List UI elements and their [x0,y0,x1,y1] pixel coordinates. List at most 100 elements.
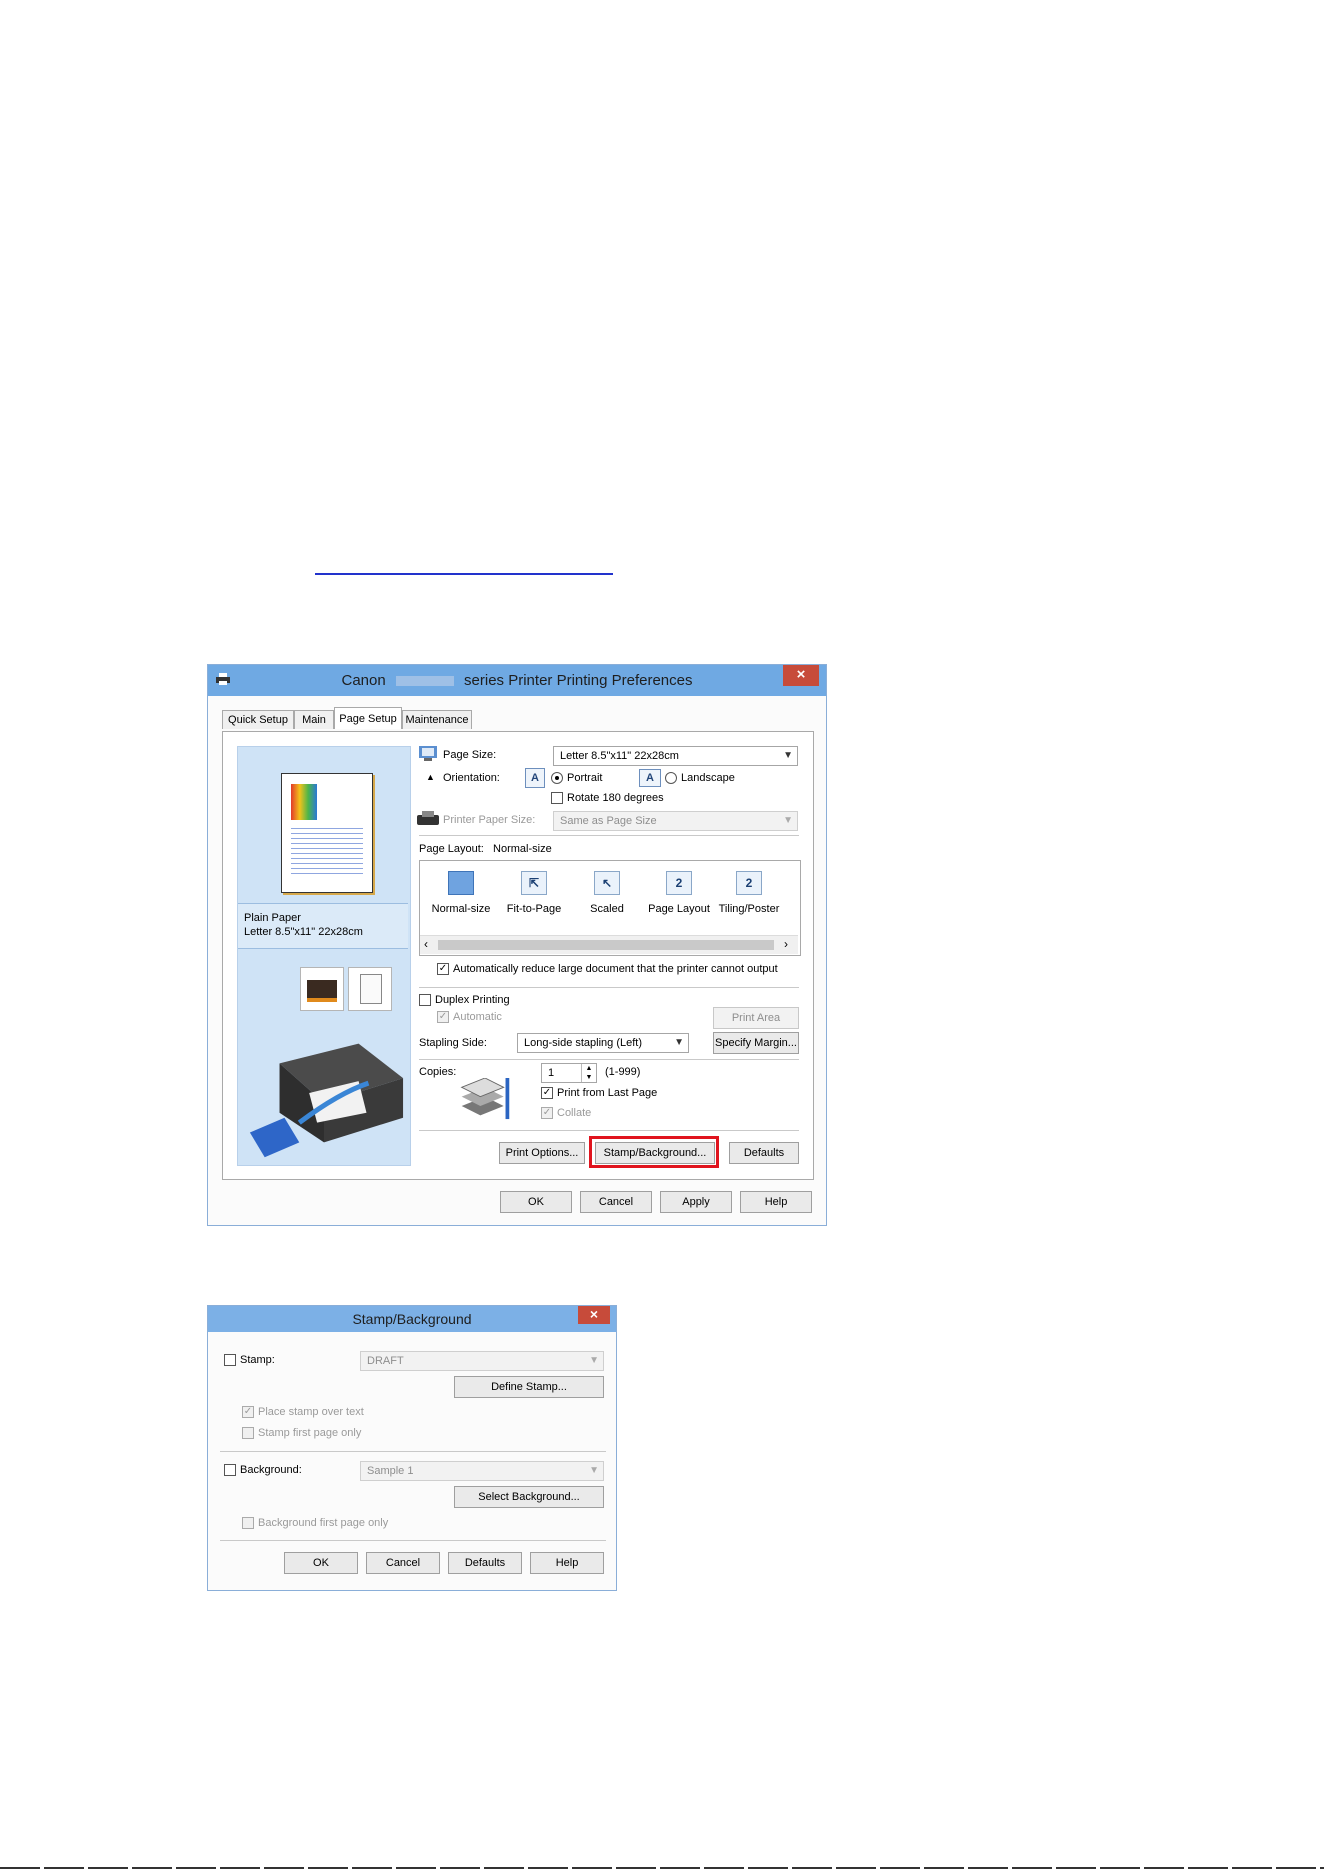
place-over-text-checkbox[interactable]: ✓ [242,1406,254,1418]
chevron-down-icon: ▼ [589,1355,599,1366]
auto-reduce-label: Automatically reduce large document that… [453,963,778,975]
portrait-radio[interactable] [551,772,563,784]
scrollbar-thumb[interactable] [438,940,774,950]
divider [419,1130,799,1131]
layout-tiling-poster[interactable]: Tiling/Poster [709,903,789,915]
cancel-button[interactable]: Cancel [366,1552,440,1574]
close-button[interactable]: × [783,665,819,686]
orientation-label: Orientation: [443,772,500,784]
preview-paper-size: Letter 8.5"x11" 22x28cm [244,926,363,938]
landscape-label: Landscape [681,772,735,784]
define-stamp-button[interactable]: Define Stamp... [454,1376,604,1398]
layout-page-layout[interactable]: Page Layout [639,903,719,915]
page-bottom-rule [0,1867,1324,1869]
stamp-first-page-label: Stamp first page only [258,1427,362,1439]
copies-label: Copies: [419,1066,457,1078]
stamp-first-page-checkbox[interactable] [242,1427,254,1439]
paper-source-icon [300,967,344,1011]
stamp-select[interactable]: DRAFT ▼ [360,1351,604,1371]
page-layout-icon: 2 [666,871,692,895]
print-from-last-page-checkbox[interactable]: ✓ [541,1087,553,1099]
printer-paper-size-label: Printer Paper Size: [443,814,536,826]
print-from-last-page-label: Print from Last Page [557,1087,658,1099]
divider [419,835,799,836]
page-size-label: Page Size: [443,749,497,761]
tab-main[interactable]: Main [294,710,334,729]
background-label: Background: [240,1464,302,1476]
preview-column: Plain Paper Letter 8.5"x11" 22x28cm [237,746,411,1166]
normal-size-icon [448,871,474,895]
layout-fit-to-page[interactable]: Fit-to-Page [494,903,574,915]
background-checkbox[interactable] [224,1464,236,1476]
tiling-poster-icon: 2 [736,871,762,895]
title-bar: Stamp/Background × [208,1306,616,1332]
page-layout-list[interactable]: Normal-size ⇱ Fit-to-Page ↖ Scaled 2 Pag… [419,860,801,956]
duplex-checkbox[interactable] [419,994,431,1006]
collate-checkbox[interactable]: ✓ [541,1107,553,1119]
preview-media-type: Plain Paper [244,912,301,924]
model-name-blur [395,676,454,687]
divider [419,987,799,988]
stapling-side-select[interactable]: Long-side stapling (Left) ▼ [517,1033,689,1053]
tab-strip: Quick Setup Main Page Setup Maintenance [222,707,822,732]
background-first-page-label: Background first page only [258,1517,389,1529]
scroll-left-icon[interactable]: ‹ [424,937,428,951]
document-link[interactable] [315,555,613,575]
page-size-icon [419,746,437,761]
tab-page-setup[interactable]: Page Setup [334,707,402,729]
cancel-button[interactable]: Cancel [580,1191,652,1213]
print-options-button[interactable]: Print Options... [499,1142,585,1164]
copies-stack-icon [460,1078,510,1120]
spinner-icon[interactable]: ▲ ▼ [581,1064,596,1082]
landscape-radio[interactable] [665,772,677,784]
scroll-right-icon[interactable]: › [784,937,788,951]
help-button[interactable]: Help [740,1191,812,1213]
automatic-checkbox[interactable]: ✓ [437,1011,449,1023]
page-size-select[interactable]: Letter 8.5"x11" 22x28cm ▼ [553,746,798,766]
rotate-180-checkbox[interactable] [551,792,563,804]
chevron-down-icon: ▼ [589,1465,599,1476]
dialog-title: Stamp/Background [352,1311,472,1327]
layout-normal-size[interactable]: Normal-size [421,903,501,915]
page-preview [281,773,373,893]
layout-scaled[interactable]: Scaled [567,903,647,915]
preview-image [291,784,317,820]
printer-paper-size-select[interactable]: Same as Page Size ▼ [553,811,798,831]
defaults-button[interactable]: Defaults [729,1142,799,1164]
automatic-label: Automatic [453,1011,502,1023]
ok-button[interactable]: OK [500,1191,572,1213]
auto-reduce-checkbox[interactable]: ✓ [437,963,449,975]
preview-text-lines [291,824,363,876]
scaled-icon: ↖ [594,871,620,895]
rotate-180-label: Rotate 180 degrees [567,792,664,804]
tab-quick-setup[interactable]: Quick Setup [222,710,294,729]
chevron-down-icon: ▼ [783,750,793,761]
defaults-button[interactable]: Defaults [448,1552,522,1574]
background-first-page-checkbox[interactable] [242,1517,254,1529]
orientation-marker-icon: ▲ [426,772,435,782]
dialog-title: Canon series Printer Printing Preference… [341,672,693,689]
collate-label: Collate [557,1107,592,1119]
copies-input[interactable]: 1 ▲ ▼ [541,1063,597,1083]
printing-preferences-dialog: Canon series Printer Printing Preference… [207,664,827,1226]
stamp-checkbox[interactable] [224,1354,236,1366]
chevron-down-icon: ▼ [674,1037,684,1048]
divider [220,1540,606,1541]
printer-illustration-icon [249,1043,404,1158]
help-button[interactable]: Help [530,1552,604,1574]
media-info-box: Plain Paper Letter 8.5"x11" 22x28cm [238,903,408,949]
tab-maintenance[interactable]: Maintenance [402,710,472,729]
horizontal-scrollbar[interactable]: ‹ › [420,935,798,954]
apply-button[interactable]: Apply [660,1191,732,1213]
page-setup-panel: Plain Paper Letter 8.5"x11" 22x28cm Page… [222,731,814,1180]
copies-range-label: (1-999) [605,1066,641,1078]
paper-sheet-icon [348,967,392,1011]
specify-margin-button[interactable]: Specify Margin... [713,1032,799,1054]
background-select[interactable]: Sample 1 ▼ [360,1461,604,1481]
print-area-setup-button[interactable]: Print Area Setup... [713,1007,799,1044]
select-background-button[interactable]: Select Background... [454,1486,604,1508]
title-bar: Canon series Printer Printing Preference… [208,665,826,696]
close-button[interactable]: × [578,1306,610,1324]
portrait-icon: A [525,768,545,788]
ok-button[interactable]: OK [284,1552,358,1574]
